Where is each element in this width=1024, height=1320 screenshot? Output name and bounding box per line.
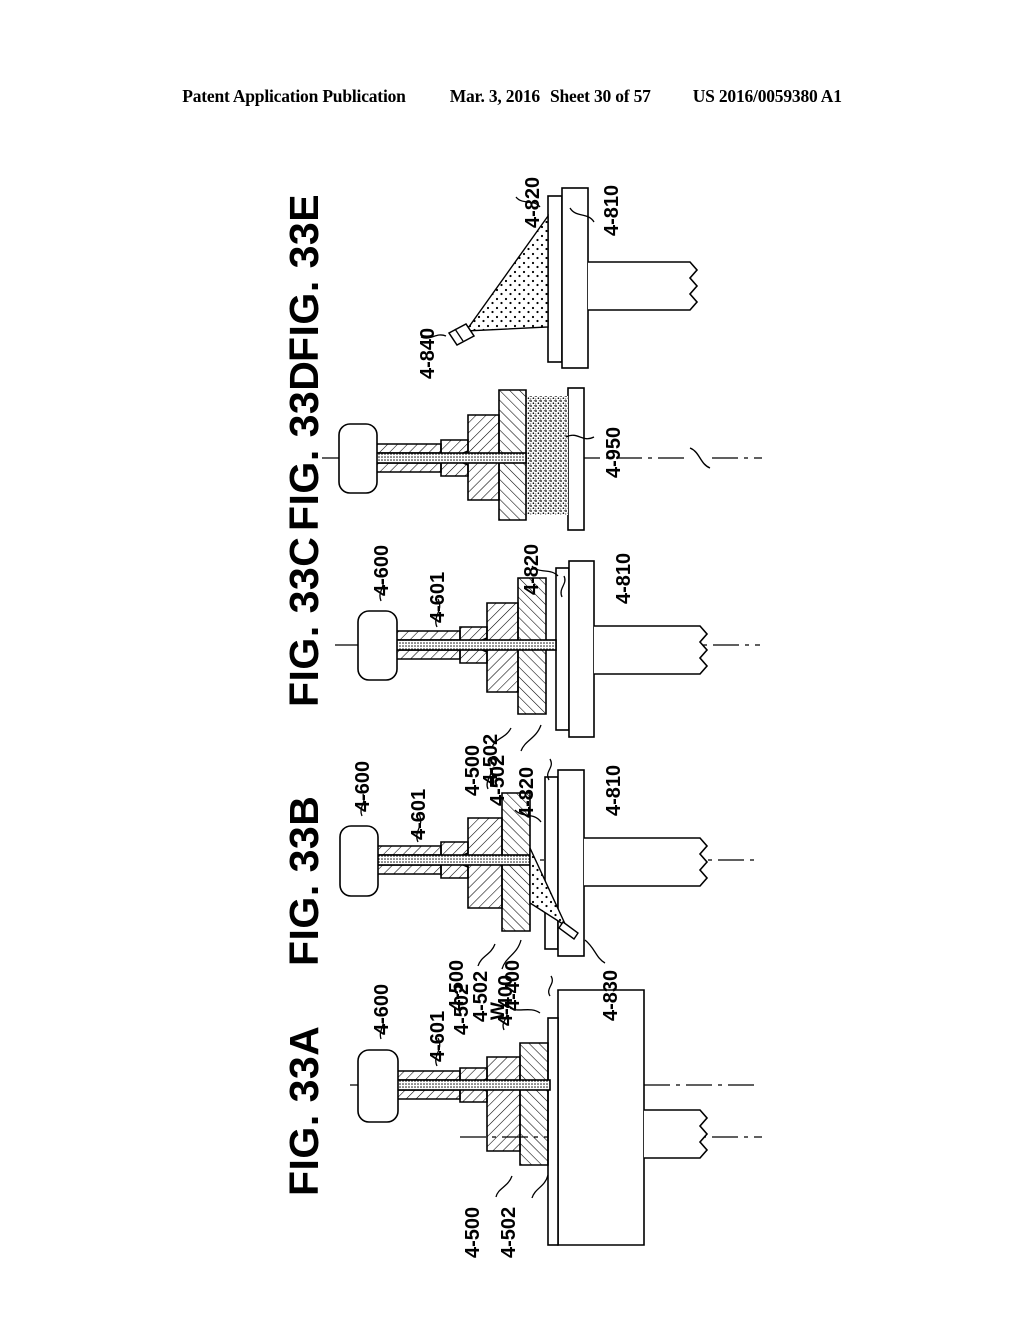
figure-caption-33e: FIG. 33E	[281, 193, 327, 362]
ref-4-600-fig33a: 4-600	[371, 983, 393, 1035]
fig33b-sleeve-lower	[374, 864, 442, 875]
fig33c-plate-front	[555, 567, 570, 731]
figure-33b-drawing	[339, 758, 760, 970]
ref-4-820-fig33e: 4-820	[522, 176, 544, 228]
fig33d-substrate-plate	[567, 387, 585, 531]
drawing-svg	[322, 187, 762, 1246]
fig33a-extension-bar	[644, 1109, 709, 1159]
fig33e-spray-cone	[464, 213, 549, 332]
fig33a-substrate-plate	[557, 989, 645, 1246]
fig33a-mold-plate	[486, 1056, 521, 1152]
fig33a-backing-block	[519, 1042, 549, 1166]
ref-4-601-fig33c: 4-601	[427, 571, 449, 623]
ref-4-601-fig33b: 4-601	[408, 788, 430, 840]
figure-caption-33d: FIG. 33D	[281, 360, 327, 531]
fig33c-extension-bar	[594, 625, 709, 675]
fig33a-thin-liner	[547, 1017, 559, 1246]
ref-4-601-fig33a: 4-601	[427, 1010, 449, 1062]
figure-33a-drawing	[350, 975, 762, 1246]
fig33a-actuator-knob	[357, 1049, 399, 1123]
fig33d-deposited-layer	[526, 396, 568, 515]
ref-4-400-fig33b: 4-400	[502, 959, 524, 1011]
fig33c-sleeve-lower	[392, 649, 461, 660]
fig33d-core-filler	[373, 452, 527, 464]
ref-4-830-fig33b: 4-830	[600, 969, 622, 1021]
fig33b-actuator-knob	[339, 825, 379, 897]
fig33e-extension-bar	[588, 261, 699, 311]
ref-4-810-fig33b: 4-810	[603, 764, 625, 816]
fig33c-actuator-knob	[357, 610, 398, 681]
ref-4-840-fig33e: 4-840	[417, 327, 439, 379]
figure-33d-drawing	[322, 387, 762, 531]
ref-4-600-fig33c: 4-600	[371, 544, 393, 596]
fig33e-plate-front	[547, 195, 563, 363]
ref-4-820-fig33b: 4-820	[516, 766, 538, 818]
figure-caption-33b: FIG. 33B	[281, 795, 327, 966]
fig33c-sleeve-upper	[392, 630, 461, 641]
fig33b-core-filler	[374, 854, 531, 866]
ref-4-502-fig33c: 4-502	[487, 754, 509, 806]
fig33d-sleeve-upper	[373, 443, 442, 454]
patent-drawing-canvas	[0, 0, 1024, 1320]
figure-caption-33c: FIG. 33C	[281, 536, 327, 707]
fig33a-sleeve-lower	[392, 1089, 461, 1100]
figure-33c-drawing	[335, 560, 760, 752]
ref-4-820-fig33c: 4-820	[521, 543, 543, 595]
ref-4-502-bottom-fig33b: 4-502	[470, 970, 492, 1022]
figure-caption-33a: FIG. 33A	[281, 1025, 327, 1196]
ref-4-502-bottom-fig33a: 4-502	[498, 1206, 520, 1258]
ref-4-950-fig33d: 4-950	[603, 426, 625, 478]
fig33d-break-symbol	[689, 447, 711, 469]
ref-4-810-fig33c: 4-810	[613, 552, 635, 604]
fig33a-sleeve-upper	[392, 1070, 461, 1081]
fig33c-core-filler	[392, 639, 557, 651]
fig33b-sleeve-upper	[374, 845, 442, 856]
ref-4-500-fig33c: 4-500	[462, 744, 484, 796]
fig33a-core-filler	[392, 1079, 551, 1091]
fig33d-sleeve-lower	[373, 462, 442, 473]
fig33b-plate-front	[544, 776, 559, 950]
ref-4-600-fig33b: 4-600	[352, 760, 374, 812]
figure-33e-drawing	[420, 187, 699, 369]
ref-4-500-fig33b: 4-500	[446, 959, 468, 1011]
ref-4-810-fig33e: 4-810	[601, 184, 623, 236]
fig33b-extension-bar	[584, 837, 709, 887]
ref-4-500-fig33a: 4-500	[462, 1206, 484, 1258]
fig33c-plate-back	[568, 560, 595, 738]
fig33d-actuator-knob	[338, 423, 378, 494]
